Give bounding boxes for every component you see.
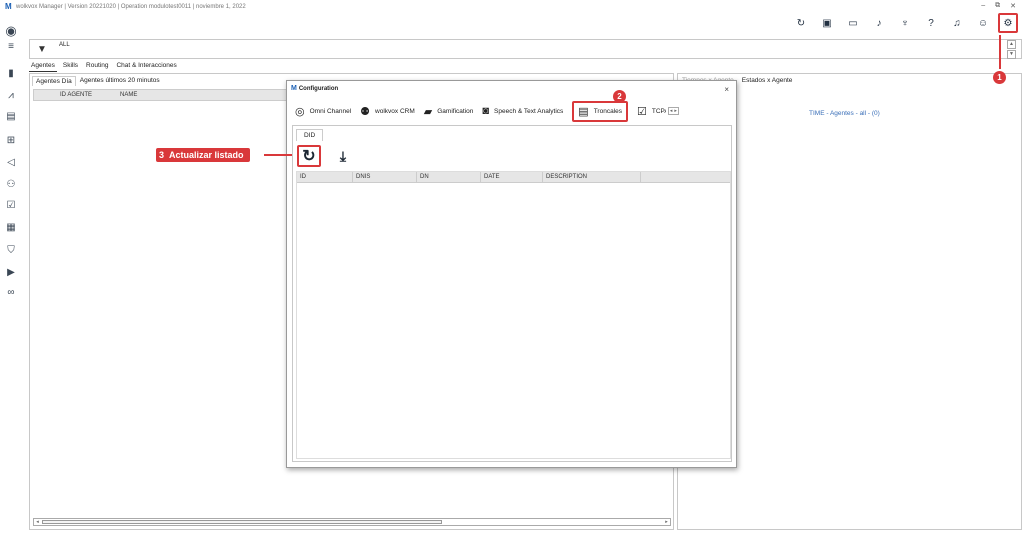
settings-icon[interactable]: ⚙ <box>998 13 1018 33</box>
module-wolkvox-crm[interactable]: ⚉ wolkvox CRM <box>360 105 415 118</box>
speech-analytics-icon: ◙ <box>482 105 490 117</box>
omni-channel-icon: ◎ <box>295 105 305 118</box>
title-bar: M wolkvox Manager | Version 20221020 | O… <box>0 0 1024 14</box>
tab-skills[interactable]: Skills <box>61 62 80 72</box>
configuration-dialog: M Configuration × ◎ Omni Channel ⚉ wolkv… <box>286 80 737 468</box>
filter-icon[interactable]: ▼ <box>37 44 47 55</box>
module-label: TCPA-C <box>651 107 666 115</box>
sidebar: ◉ ≡ ▮ ⩘ ▤ ⊞ ◁ ⚇ ☑ ▦ ⛉ ▶ ∞ <box>0 14 22 536</box>
module-troncales[interactable]: ▤ Troncales <box>572 100 629 122</box>
users-icon[interactable]: ⚇ <box>5 178 17 190</box>
restore-icon[interactable]: ⧉ <box>995 2 1000 10</box>
bar-chart-icon[interactable]: ▮ <box>5 67 17 79</box>
step-3-label: Actualizar listado <box>169 150 244 160</box>
tcpa-icon: ☑ <box>637 105 647 118</box>
download-icon: ⤓ <box>339 147 347 164</box>
scroll-left-icon[interactable]: ◂ <box>34 519 41 525</box>
microphone-icon[interactable]: ♆ <box>897 15 913 31</box>
did-panel: DID ↻ ⤓ ID DNIS DN DATE DESCRIPTION <box>292 125 732 462</box>
step-3-arrow <box>264 154 292 156</box>
module-label: Omni Channel <box>309 107 352 115</box>
scroll-right-icon[interactable]: ▸ <box>673 108 678 114</box>
column-id-agente[interactable]: ID AGENTE <box>56 92 116 98</box>
tab-agentes-dia[interactable]: Agentes Día <box>32 76 76 86</box>
module-bar: ◎ Omni Channel ⚉ wolkvox CRM ▰ Gamificat… <box>295 100 688 122</box>
refresh-list-button[interactable]: ↻ <box>297 145 321 167</box>
hamburger-menu-icon[interactable]: ≡ <box>5 40 17 52</box>
dialog-logo: M <box>291 85 297 92</box>
column-description[interactable]: DESCRIPTION <box>543 172 641 182</box>
line-chart-icon[interactable]: ⩘ <box>5 89 17 101</box>
did-grid: ID DNIS DN DATE DESCRIPTION <box>296 171 731 459</box>
tab-chat-interacciones[interactable]: Chat & Interacciones <box>114 62 178 72</box>
gamification-icon: ▰ <box>423 105 433 118</box>
tab-routing[interactable]: Routing <box>84 62 110 72</box>
refresh-icon: ↻ <box>302 148 316 165</box>
module-scroll-arrows[interactable]: ◂ ▸ <box>667 107 679 115</box>
checklist-icon[interactable]: ☑ <box>5 199 17 211</box>
mini-scroll-buttons: ▲ ▼ <box>1007 40 1016 60</box>
bell-icon[interactable]: ♫ <box>949 15 965 31</box>
step-1-arrow <box>999 35 1001 69</box>
document-icon[interactable]: ▤ <box>5 110 17 122</box>
gallery-icon[interactable]: ▣ <box>819 15 835 31</box>
filter-bar[interactable]: ▼ ALL <box>29 39 1022 59</box>
step-2-badge: 2 <box>613 90 626 103</box>
dialog-title: Configuration <box>298 85 339 92</box>
module-gamification[interactable]: ▰ Gamification <box>424 105 474 118</box>
tab-did[interactable]: DID <box>296 129 324 141</box>
scroll-down-icon[interactable]: ▼ <box>1007 50 1016 59</box>
tab-agentes[interactable]: Agentes <box>29 62 57 72</box>
music-icon[interactable]: ♪ <box>871 15 887 31</box>
campaign-icon[interactable]: ◁ <box>5 156 17 168</box>
column-name[interactable]: NAME <box>116 92 137 98</box>
org-chart-icon[interactable]: ⊞ <box>5 134 17 146</box>
module-label: Troncales <box>593 107 623 115</box>
did-grid-header: ID DNIS DN DATE DESCRIPTION <box>297 172 730 183</box>
module-label: wolkvox CRM <box>375 107 415 115</box>
minimize-icon[interactable]: – <box>981 2 985 10</box>
step-1-badge: 1 <box>993 71 1006 84</box>
column-id[interactable]: ID <box>297 172 353 182</box>
step-3-number: 3 <box>159 150 165 160</box>
module-omni-channel[interactable]: ◎ Omni Channel <box>295 105 351 118</box>
tab-agentes-20min[interactable]: Agentes últimos 20 minutos <box>76 76 163 86</box>
filter-value[interactable]: ALL <box>59 42 70 48</box>
horizontal-scrollbar[interactable]: ◂ ▸ <box>33 518 671 526</box>
module-tcpa[interactable]: ☑ TCPA-C ◂ ▸ <box>637 105 679 118</box>
close-icon[interactable]: ✕ <box>1010 2 1016 10</box>
column-date[interactable]: DATE <box>481 172 543 182</box>
app-logo: M <box>5 2 12 11</box>
dialog-title-bar: M Configuration <box>291 85 338 92</box>
dialog-close-icon[interactable]: × <box>724 85 729 94</box>
module-label: Speech & Text Analytics <box>494 107 564 115</box>
main-tabs: Agentes Skills Routing Chat & Interaccio… <box>29 62 179 72</box>
column-dnis[interactable]: DNIS <box>353 172 417 182</box>
contact-card-icon[interactable]: ▭ <box>845 15 861 31</box>
scrollbar-thumb[interactable] <box>42 520 442 524</box>
trunks-icon: ▤ <box>578 105 589 118</box>
download-button[interactable]: ⤓ <box>333 146 353 166</box>
time-summary: TIME - Agentes - all - (0) <box>809 110 880 117</box>
top-toolbar: ↻ ▣ ▭ ♪ ♆ ? ♫ ☺ ⚙ <box>783 13 1018 33</box>
user-circle-icon[interactable]: ◉ <box>5 23 17 38</box>
tab-estados-x-agente[interactable]: Estados x Agente <box>740 77 795 84</box>
crm-icon: ⚉ <box>360 105 371 118</box>
user-icon[interactable]: ☺ <box>975 15 991 31</box>
step-3-callout: 3 Actualizar listado <box>156 148 250 162</box>
report-icon[interactable]: ▦ <box>5 221 17 233</box>
app-title: wolkvox Manager | Version 20221020 | Ope… <box>16 4 246 10</box>
help-icon[interactable]: ? <box>923 15 939 31</box>
scroll-up-icon[interactable]: ▲ <box>1007 40 1016 49</box>
module-label: Gamification <box>437 107 474 115</box>
scroll-right-icon[interactable]: ▸ <box>663 519 670 525</box>
shield-icon[interactable]: ⛉ <box>5 244 17 256</box>
voicemail-icon[interactable]: ∞ <box>5 286 17 298</box>
video-icon[interactable]: ▶ <box>5 266 17 278</box>
refresh-icon[interactable]: ↻ <box>793 15 809 31</box>
column-dn[interactable]: DN <box>417 172 481 182</box>
module-speech-text-analytics[interactable]: ◙ Speech & Text Analytics <box>482 105 563 117</box>
